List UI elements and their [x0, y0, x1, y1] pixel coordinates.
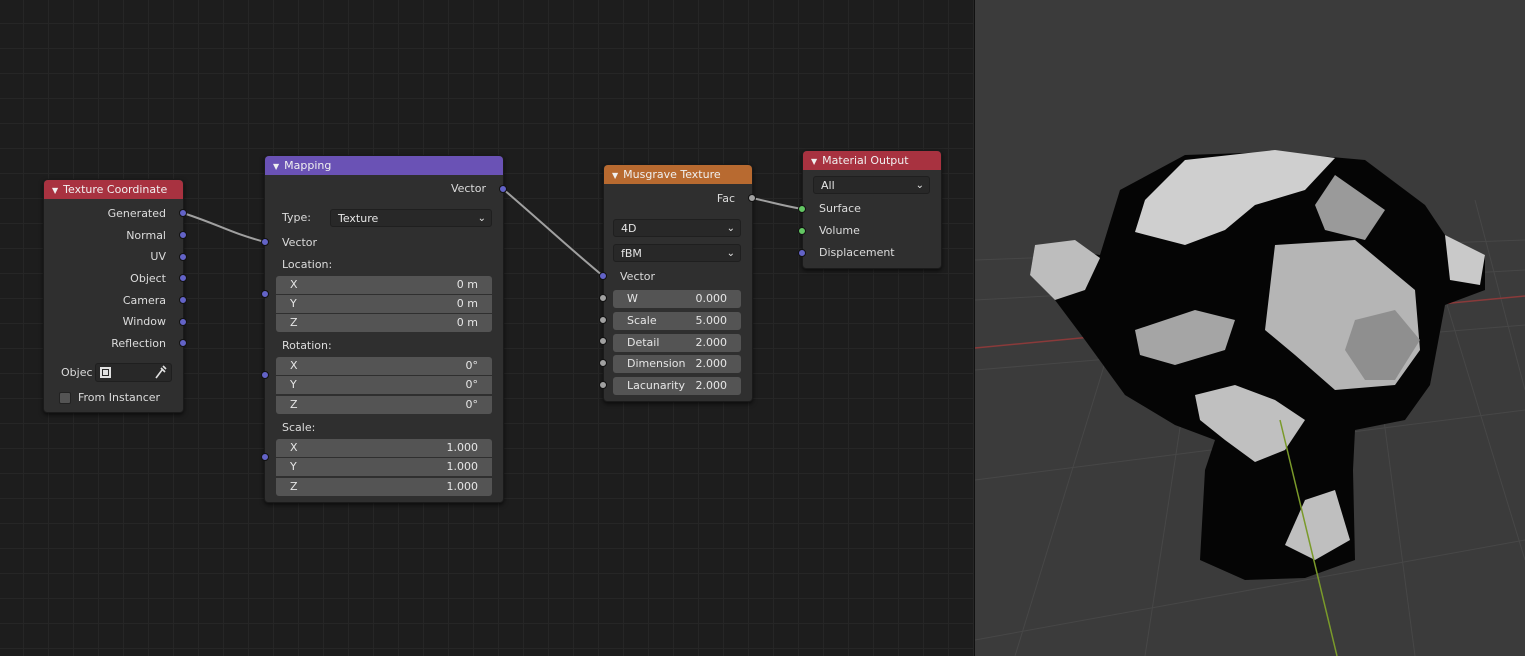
suzanne-mesh	[1030, 150, 1485, 580]
output-label-vector: Vector	[450, 182, 486, 195]
socket-mapping-location[interactable]	[261, 290, 269, 298]
dimension-field[interactable]: Dimension 2.000	[613, 355, 741, 373]
lacunarity-field[interactable]: Lacunarity 2.000	[613, 377, 741, 395]
socket-mapping-rotation[interactable]	[261, 371, 269, 379]
target-value: All	[821, 179, 835, 192]
3d-viewport[interactable]	[975, 0, 1525, 656]
socket-volume[interactable]	[798, 227, 806, 235]
object-field[interactable]	[95, 363, 172, 382]
w-field[interactable]: W 0.000	[613, 290, 741, 308]
scale-y-field[interactable]: Y 1.000	[276, 458, 492, 476]
triangle-down-icon[interactable]: ▼	[273, 157, 279, 176]
input-label-vector: Vector	[282, 236, 318, 249]
output-label-camera: Camera	[122, 294, 166, 307]
socket-object[interactable]	[179, 274, 187, 282]
type-label: Type:	[282, 211, 311, 224]
target-dropdown[interactable]: All ⌄	[813, 176, 930, 194]
scale-field[interactable]: Scale 5.000	[613, 312, 741, 330]
object-label: Objec	[61, 366, 93, 379]
input-label-volume: Volume	[819, 224, 860, 237]
rotation-z-field[interactable]: Z 0°	[276, 396, 492, 414]
socket-dimension[interactable]	[599, 359, 607, 367]
dimensions-value: 4D	[621, 222, 637, 235]
musgrave-type-value: fBM	[621, 247, 642, 260]
material-output-header[interactable]: ▼ Material Output	[803, 151, 941, 170]
socket-lacunarity[interactable]	[599, 381, 607, 389]
detail-field[interactable]: Detail 2.000	[613, 334, 741, 352]
chevron-down-icon: ⌄	[477, 213, 486, 224]
chevron-down-icon: ⌄	[915, 180, 924, 191]
from-instancer-checkbox[interactable]	[59, 392, 71, 404]
triangle-down-icon[interactable]: ▼	[811, 152, 817, 171]
location-label: Location:	[282, 258, 333, 271]
input-label-surface: Surface	[819, 202, 861, 215]
socket-fac[interactable]	[748, 194, 756, 202]
node-title: Musgrave Texture	[623, 168, 721, 181]
output-label-fac: Fac	[716, 192, 735, 205]
triangle-down-icon[interactable]: ▼	[52, 181, 58, 200]
node-title: Material Output	[822, 154, 909, 167]
texture-coordinate-header[interactable]: ▼ Texture Coordinate	[44, 180, 183, 199]
node-editor[interactable]: ▼ Texture Coordinate Generated Normal UV …	[0, 0, 974, 656]
triangle-down-icon[interactable]: ▼	[612, 166, 618, 185]
socket-window[interactable]	[179, 318, 187, 326]
dimensions-dropdown[interactable]: 4D ⌄	[613, 219, 741, 237]
location-x-field[interactable]: X0 m	[276, 276, 492, 294]
from-instancer-label: From Instancer	[78, 391, 161, 404]
socket-generated[interactable]	[179, 209, 187, 217]
socket-scale[interactable]	[599, 316, 607, 324]
musgrave-type-dropdown[interactable]: fBM ⌄	[613, 244, 741, 262]
input-label-vector: Vector	[620, 270, 656, 283]
location-z-field[interactable]: Z0 m	[276, 314, 492, 332]
socket-reflection[interactable]	[179, 339, 187, 347]
output-label-reflection: Reflection	[111, 337, 166, 350]
eyedropper-icon[interactable]	[155, 365, 167, 382]
socket-uv[interactable]	[179, 253, 187, 261]
scale-z-field[interactable]: Z 1.000	[276, 478, 492, 496]
output-label-uv: UV	[150, 250, 166, 263]
link-generated-to-vector	[182, 212, 266, 243]
link-fac-to-surface	[751, 197, 803, 210]
node-title: Mapping	[284, 159, 332, 172]
socket-mapping-output-vector[interactable]	[499, 185, 507, 193]
type-dropdown[interactable]: Texture ⌄	[330, 209, 492, 227]
output-label-normal: Normal	[126, 229, 166, 242]
chevron-down-icon: ⌄	[726, 248, 735, 259]
texture-coordinate-node[interactable]: ▼ Texture Coordinate Generated Normal UV …	[43, 179, 184, 413]
input-label-displacement: Displacement	[819, 246, 895, 259]
location-y-field[interactable]: Y0 m	[276, 295, 492, 313]
output-label-generated: Generated	[107, 207, 166, 220]
musgrave-texture-node[interactable]: ▼ Musgrave Texture Fac 4D ⌄ fBM ⌄ Vector …	[603, 164, 753, 402]
output-label-window: Window	[122, 315, 166, 328]
output-label-object: Object	[130, 272, 166, 285]
material-output-node[interactable]: ▼ Material Output All ⌄ Surface Volume Di…	[802, 150, 942, 269]
socket-detail[interactable]	[599, 337, 607, 345]
type-value: Texture	[338, 212, 379, 225]
mapping-node[interactable]: ▼ Mapping Vector Type: Texture ⌄ Vector L…	[264, 155, 504, 503]
rotation-label: Rotation:	[282, 339, 332, 352]
socket-camera[interactable]	[179, 296, 187, 304]
socket-mapping-input-vector[interactable]	[261, 238, 269, 246]
object-box-icon	[100, 367, 111, 378]
socket-musgrave-vector[interactable]	[599, 272, 607, 280]
socket-w[interactable]	[599, 294, 607, 302]
chevron-down-icon: ⌄	[726, 223, 735, 234]
mapping-header[interactable]: ▼ Mapping	[265, 156, 503, 175]
musgrave-header[interactable]: ▼ Musgrave Texture	[604, 165, 752, 184]
scale-label: Scale:	[282, 421, 316, 434]
node-title: Texture Coordinate	[63, 183, 168, 196]
socket-mapping-scale[interactable]	[261, 453, 269, 461]
rotation-y-field[interactable]: Y 0°	[276, 376, 492, 394]
scale-x-field[interactable]: X 1.000	[276, 439, 492, 457]
socket-displacement[interactable]	[798, 249, 806, 257]
viewport-scene	[975, 150, 1525, 656]
rotation-x-field[interactable]: X 0°	[276, 357, 492, 375]
link-vector-to-musgrave	[502, 188, 604, 277]
socket-normal[interactable]	[179, 231, 187, 239]
socket-surface[interactable]	[798, 205, 806, 213]
